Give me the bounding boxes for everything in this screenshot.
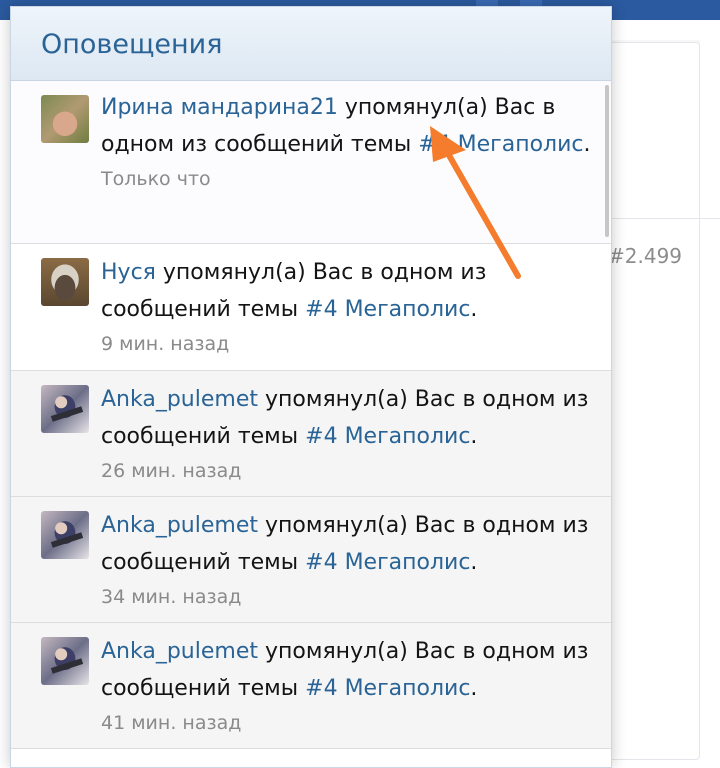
topic-link[interactable]: #4 Мегаполис [305, 676, 470, 701]
notification-text: Anka_pulemet упомянул(а) Вас в одном из … [101, 633, 593, 739]
notification-text: Ирина мандарина21 упомянул(а) Вас в одно… [101, 89, 593, 195]
user-link[interactable]: Нуся [101, 260, 156, 285]
topic-link[interactable]: #4 Мегаполис [305, 550, 470, 575]
user-link[interactable]: Ирина мандарина21 [101, 95, 338, 120]
notification-text: Нуся упомянул(а) Вас в одном из сообщени… [101, 254, 593, 360]
scrollbar[interactable] [605, 85, 609, 237]
user-link[interactable]: Anka_pulemet [101, 387, 258, 412]
notification-time: 26 мин. назад [101, 460, 242, 482]
avatar[interactable] [41, 95, 89, 143]
notification-punctuation: . [470, 297, 478, 322]
user-link[interactable]: Anka_pulemet [101, 513, 258, 538]
notification-text: Anka_pulemet упомянул(а) Вас в одном из … [101, 381, 593, 487]
notification-punctuation: . [470, 424, 478, 449]
avatar[interactable] [41, 258, 89, 306]
notification-time: 9 мин. назад [101, 333, 230, 355]
notification-item[interactable]: Ирина мандарина21 упомянул(а) Вас в одно… [11, 81, 611, 244]
avatar[interactable] [41, 511, 89, 559]
notification-time: 34 мин. назад [101, 586, 242, 608]
notifications-popup: Оповещения Ирина мандарина21 упомянул(а)… [10, 6, 612, 768]
notification-text: Anka_pulemet упомянул(а) Вас в одном из … [101, 507, 593, 613]
notification-list: Ирина мандарина21 упомянул(а) Вас в одно… [11, 81, 611, 749]
topic-link[interactable]: #4 Мегаполис [418, 132, 583, 157]
notification-item[interactable]: Anka_pulemet упомянул(а) Вас в одном из … [11, 371, 611, 497]
notification-item[interactable]: Anka_pulemet упомянул(а) Вас в одном из … [11, 497, 611, 623]
topic-link[interactable]: #4 Мегаполис [305, 424, 470, 449]
avatar[interactable] [41, 637, 89, 685]
notification-time: Только что [101, 168, 211, 190]
popup-header: Оповещения [11, 7, 611, 81]
user-link[interactable]: Anka_pulemet [101, 639, 258, 664]
topic-link[interactable]: #4 Мегаполис [305, 297, 470, 322]
notification-punctuation: . [470, 676, 478, 701]
notification-time: 41 мин. назад [101, 712, 242, 734]
post-number[interactable]: #2.499 [608, 244, 682, 268]
notification-item[interactable]: Нуся упомянул(а) Вас в одном из сообщени… [11, 244, 611, 371]
notification-item[interactable]: Anka_pulemet упомянул(а) Вас в одном из … [11, 623, 611, 749]
avatar[interactable] [41, 385, 89, 433]
notification-punctuation: . [583, 132, 591, 157]
notification-punctuation: . [470, 550, 478, 575]
popup-title: Оповещения [41, 29, 223, 60]
